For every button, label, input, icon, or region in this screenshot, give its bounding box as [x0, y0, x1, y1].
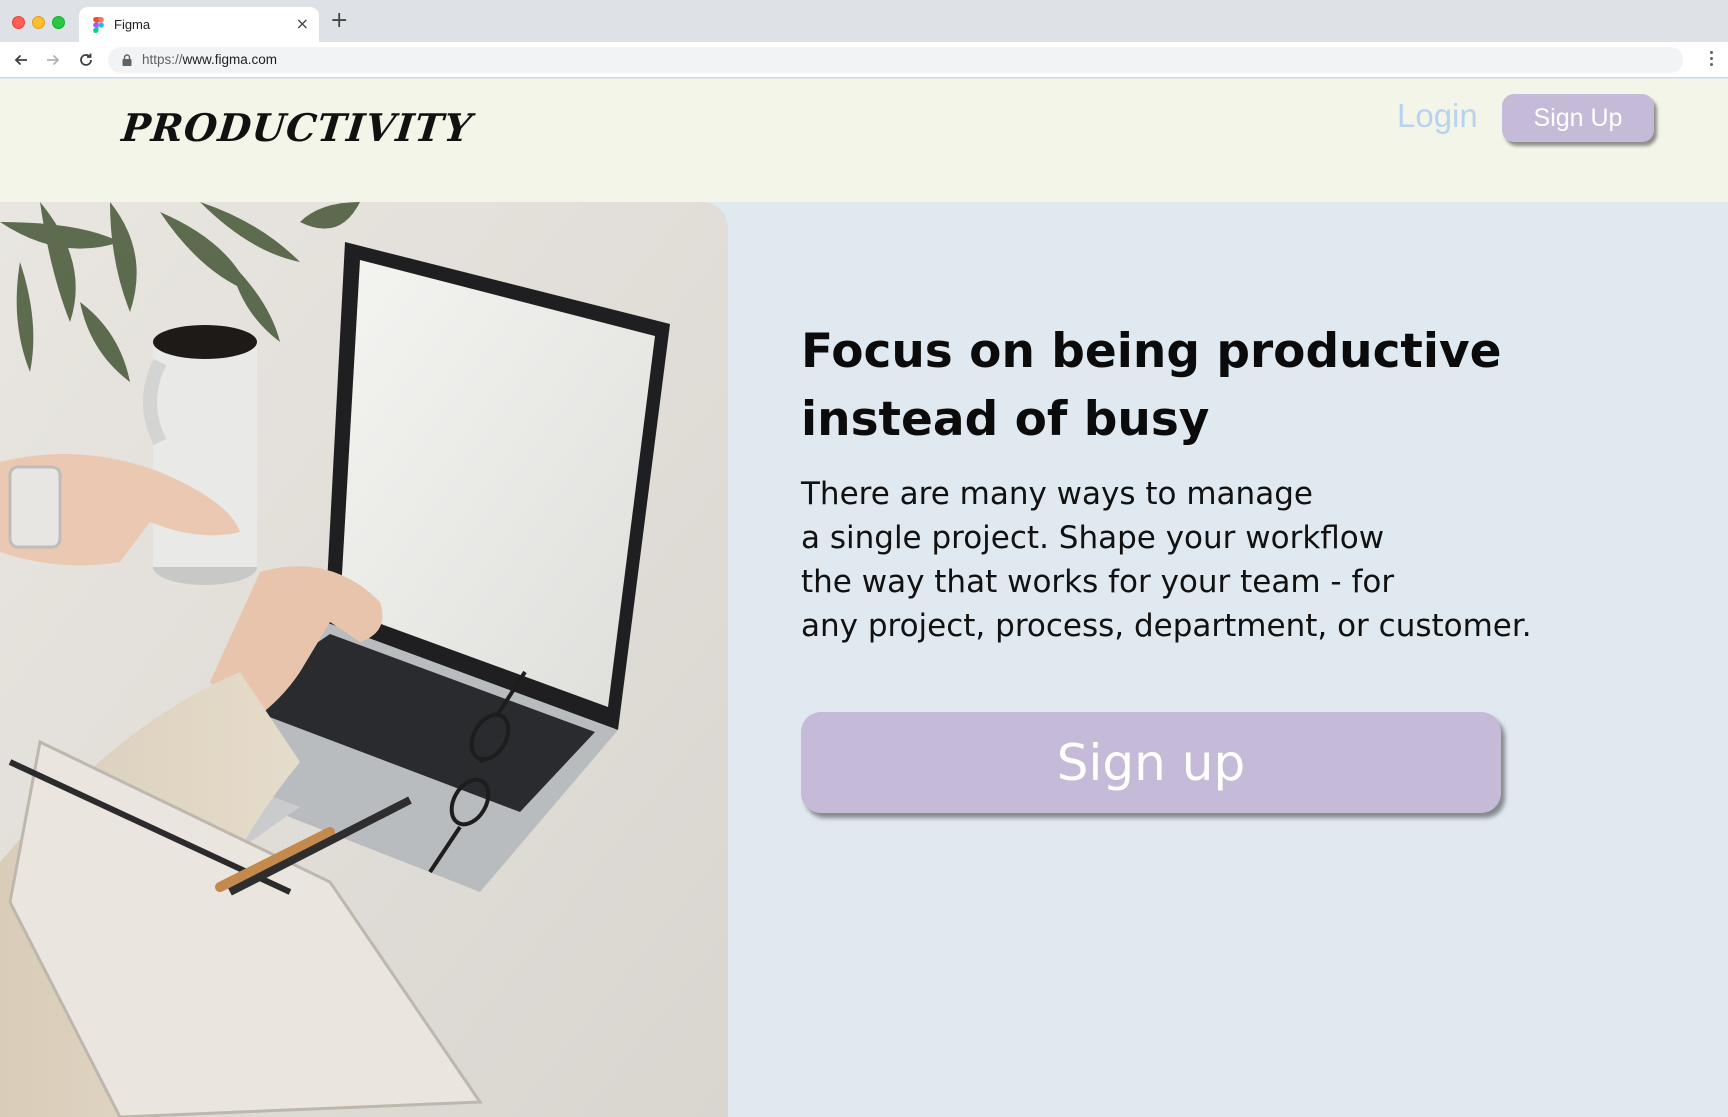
hero-headline: Focus on being productive instead of bus… [801, 318, 1561, 454]
reload-button[interactable] [74, 48, 98, 72]
figma-icon [93, 17, 104, 33]
close-tab-icon[interactable]: × [296, 15, 309, 33]
hero-photo-illustration [0, 202, 728, 1117]
url-text: https://www.figma.com [142, 52, 277, 67]
browser-menu-icon[interactable] [1710, 51, 1714, 69]
browser-tab[interactable]: Figma × [79, 7, 319, 42]
header-signup-button[interactable]: Sign Up [1502, 94, 1654, 142]
description-line: There are many ways to manage [801, 476, 1313, 512]
laptop-workspace-photo [0, 202, 728, 1117]
tab-title: Figma [114, 17, 151, 32]
minimize-window-button[interactable] [32, 16, 45, 29]
hero-section: Focus on being productive instead of bus… [0, 202, 1728, 1117]
reload-icon [80, 53, 92, 66]
back-button[interactable] [9, 48, 33, 72]
site-logo[interactable]: PRODUCTIVITY [120, 105, 475, 150]
hero-description: There are many ways to manage a single p… [801, 472, 1561, 648]
hero-signup-button[interactable]: Sign up [801, 712, 1501, 813]
description-line: the way that works for your team - for [801, 564, 1395, 600]
description-line: a single project. Shape your workflow [801, 520, 1385, 556]
arrow-right-icon [47, 54, 60, 66]
browser-tab-bar: Figma × + [0, 0, 1728, 42]
address-bar[interactable]: https://www.figma.com [108, 47, 1683, 73]
url-scheme: https:// [142, 52, 183, 67]
login-link[interactable]: Login [1397, 97, 1478, 135]
headline-line: Focus on being productive [801, 324, 1502, 379]
description-line: any project, process, department, or cus… [801, 608, 1532, 644]
forward-button[interactable] [41, 48, 65, 72]
new-tab-button[interactable]: + [330, 10, 348, 32]
url-host: www.figma.com [182, 52, 278, 67]
site-header: PRODUCTIVITY Login Sign Up [0, 79, 1728, 202]
lock-icon [122, 54, 132, 66]
close-window-button[interactable] [12, 16, 25, 29]
arrow-left-icon [14, 54, 27, 66]
headline-line: instead of busy [801, 392, 1210, 447]
maximize-window-button[interactable] [52, 16, 65, 29]
browser-toolbar: https://www.figma.com [0, 42, 1728, 78]
